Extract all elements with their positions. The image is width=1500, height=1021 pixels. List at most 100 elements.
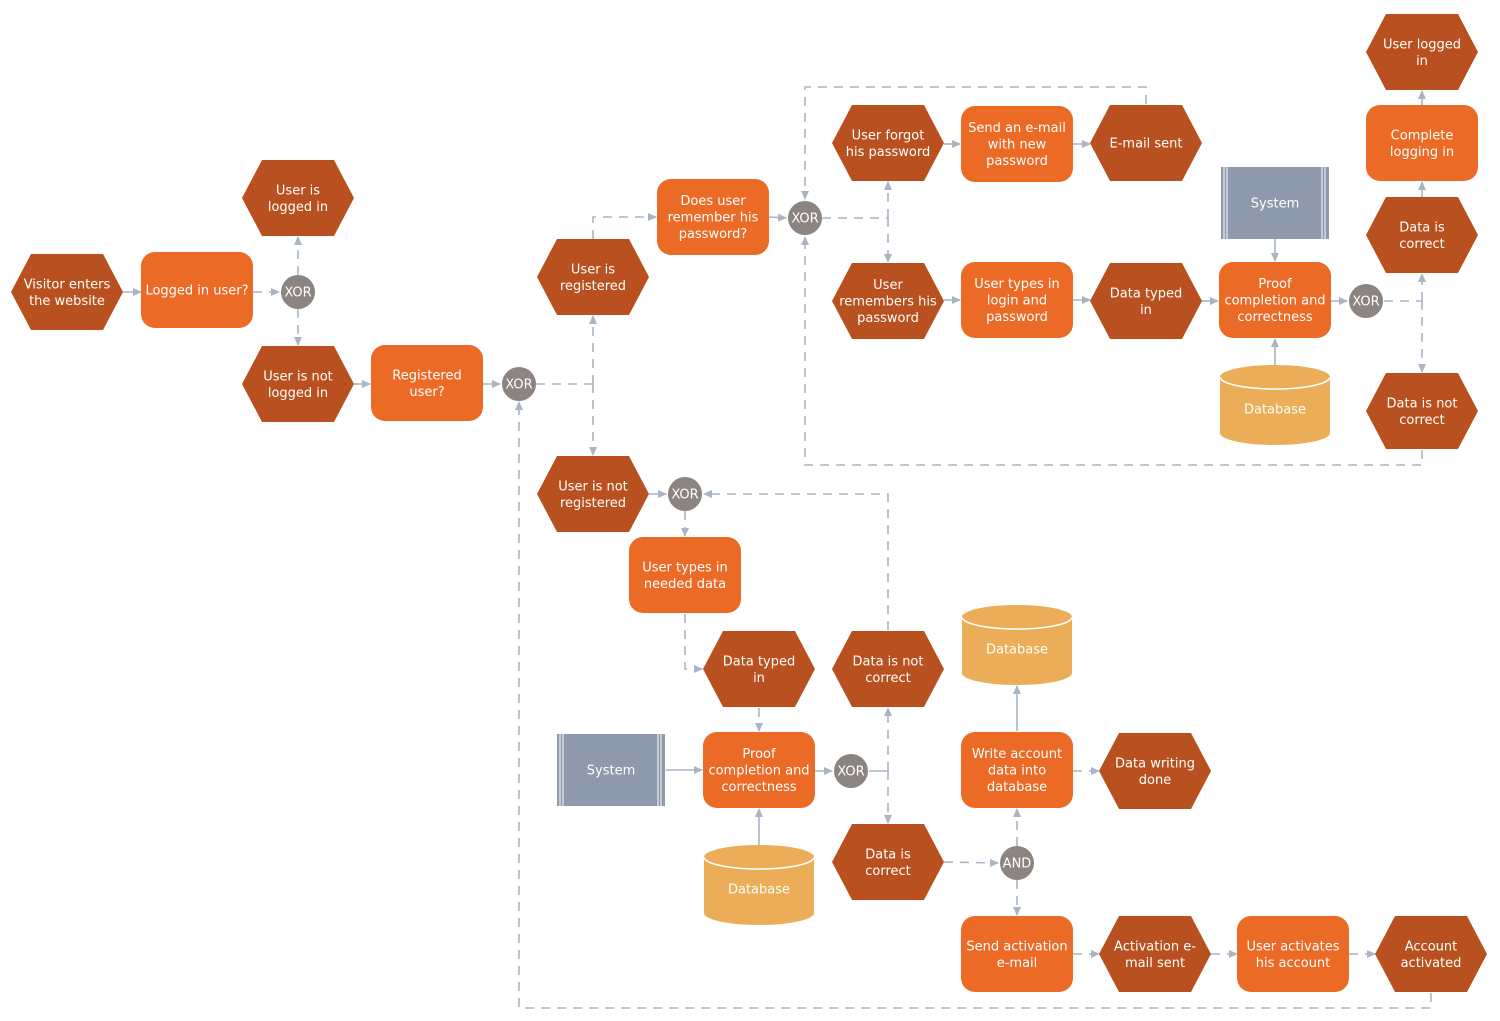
node-label-line: Does user: [680, 194, 746, 209]
node-label-line: password: [986, 310, 1048, 325]
node-label-line: Logged in user?: [145, 284, 248, 299]
event-act-sent[interactable]: Activation e-mail sent: [1099, 916, 1211, 992]
node-label-line: logged in: [268, 386, 328, 401]
node-label-line: in: [753, 671, 765, 686]
gateway-xor4[interactable]: XOR: [1349, 284, 1383, 318]
node-label: XOR: [505, 378, 532, 393]
event-not-logged[interactable]: User is not logged in: [242, 346, 354, 422]
event-typed-top[interactable]: Data typed in: [1090, 263, 1202, 339]
event-is-registered[interactable]: User is registered: [537, 239, 649, 315]
node-label: Complete logging in: [1390, 128, 1454, 160]
event-activated[interactable]: Account activated: [1375, 916, 1487, 992]
node-label-line: remember his: [668, 211, 759, 226]
node-label-line: with new: [988, 138, 1047, 153]
node-label-line: XOR: [505, 378, 532, 393]
event-not-registered[interactable]: User is not registered: [537, 456, 649, 532]
event-visitor[interactable]: Visitor enters the website: [11, 254, 123, 330]
function-send-pw[interactable]: Send an e-mail with new password: [961, 106, 1073, 182]
node-label-line: XOR: [791, 212, 818, 227]
node-label-line: logged in: [268, 200, 328, 215]
event-correct-top[interactable]: Data is correct: [1366, 197, 1478, 273]
node-label-line: Activation e-: [1114, 939, 1196, 954]
event-not-correct-top[interactable]: Data is not correct: [1366, 373, 1478, 449]
node-label: Data is correct: [865, 847, 911, 879]
node-label-line: XOR: [671, 488, 698, 503]
node-label: Data is correct: [1399, 220, 1445, 252]
node-label-line: password: [986, 154, 1048, 169]
gateway-xor6[interactable]: XOR: [834, 754, 868, 788]
gateway-and1[interactable]: AND: [1000, 846, 1034, 880]
function-write-db[interactable]: Write account data into database: [961, 732, 1073, 808]
function-proof-bot[interactable]: Proof completion and correctness: [703, 732, 815, 808]
system-system-top[interactable]: System: [1221, 167, 1329, 239]
node-label-line: completion and: [708, 764, 809, 779]
node-label-line: in: [1140, 303, 1152, 318]
node-label-line: Proof: [1258, 277, 1292, 292]
node-label-line: Write account: [972, 747, 1062, 762]
event-user-logged[interactable]: User logged in: [1366, 14, 1478, 90]
node-label-line: completion and: [1224, 294, 1325, 309]
node-label-line: System: [587, 764, 635, 779]
node-label: E-mail sent: [1110, 137, 1183, 152]
node-label: XOR: [791, 212, 818, 227]
event-email-sent[interactable]: E-mail sent: [1090, 105, 1202, 181]
event-forgot[interactable]: User forgot his password: [832, 105, 944, 181]
node-label-line: Account: [1405, 939, 1458, 954]
node-label-line: login and: [987, 294, 1047, 309]
gateway-xor2[interactable]: XOR: [502, 367, 536, 401]
function-send-act[interactable]: Send activation e-mail: [961, 916, 1073, 992]
connector-correct-and: [943, 858, 999, 867]
node-label-line: logging in: [1390, 145, 1454, 160]
gateway-xor5[interactable]: XOR: [668, 477, 702, 511]
event-not-correct-bot[interactable]: Data is not correct: [832, 631, 944, 707]
node-label: Database: [986, 643, 1048, 658]
node-label-line: correct: [1399, 413, 1445, 428]
node-label-line: User is: [571, 262, 615, 277]
function-remember-q[interactable]: Does user remember his password?: [657, 179, 769, 255]
function-complete[interactable]: Complete logging in: [1366, 105, 1478, 181]
function-logged-q[interactable]: Logged in user?: [141, 252, 253, 328]
node-label-line: registered: [560, 496, 626, 511]
node-label-line: Data is not: [1387, 396, 1458, 411]
event-remembers[interactable]: User remembers his password: [832, 263, 944, 339]
node-label-line: Data is: [1399, 220, 1445, 235]
gateway-xor1[interactable]: XOR: [281, 275, 315, 309]
node-label-line: Data is not: [853, 654, 924, 669]
node-label-line: needed data: [644, 577, 726, 592]
node-label: Database: [1244, 403, 1306, 418]
node-label-line: Complete: [1391, 128, 1454, 143]
node-label: Activation e-mail sent: [1114, 939, 1196, 971]
node-label: XOR: [671, 488, 698, 503]
node-label: XOR: [284, 286, 311, 301]
function-types-needed[interactable]: User types in needed data: [629, 537, 741, 613]
node-label-line: the website: [29, 294, 105, 309]
system-system-bot[interactable]: System: [557, 734, 665, 806]
gateway-xor3[interactable]: XOR: [788, 201, 822, 235]
node-label-line: Registered: [392, 368, 462, 383]
node-label-line: data into: [988, 764, 1046, 779]
node-label-line: password?: [679, 227, 748, 242]
node-label-line: database: [987, 780, 1047, 795]
event-is-logged[interactable]: User is logged in: [242, 160, 354, 236]
node-label-line: Data is: [865, 847, 911, 862]
node-label: User activates his account: [1246, 939, 1339, 971]
function-registered-q[interactable]: Registered user?: [371, 345, 483, 421]
event-writing-done[interactable]: Data writing done: [1099, 733, 1211, 809]
event-correct-bot[interactable]: Data is correct: [832, 824, 944, 900]
node-label-line: XOR: [837, 765, 864, 780]
event-typed-bot[interactable]: Data typed in: [703, 631, 815, 707]
node-label: User is not registered: [558, 479, 628, 511]
function-activates[interactable]: User activates his account: [1237, 916, 1349, 992]
node-label-line: registered: [560, 279, 626, 294]
node-label-line: User is not: [263, 369, 333, 384]
database-db-bot[interactable]: Database: [703, 845, 815, 925]
node-label-line: User types in: [974, 277, 1060, 292]
node-label-line: correctness: [721, 780, 797, 795]
function-proof-top[interactable]: Proof completion and correctness: [1219, 262, 1331, 338]
node-label-line: Visitor enters: [24, 277, 111, 292]
function-types-login[interactable]: User types in login and password: [961, 262, 1073, 338]
database-db-top[interactable]: Database: [1219, 365, 1331, 445]
database-db-mid[interactable]: Database: [961, 605, 1073, 685]
node-label-line: password: [857, 311, 919, 326]
node-label-line: User is: [276, 183, 320, 198]
